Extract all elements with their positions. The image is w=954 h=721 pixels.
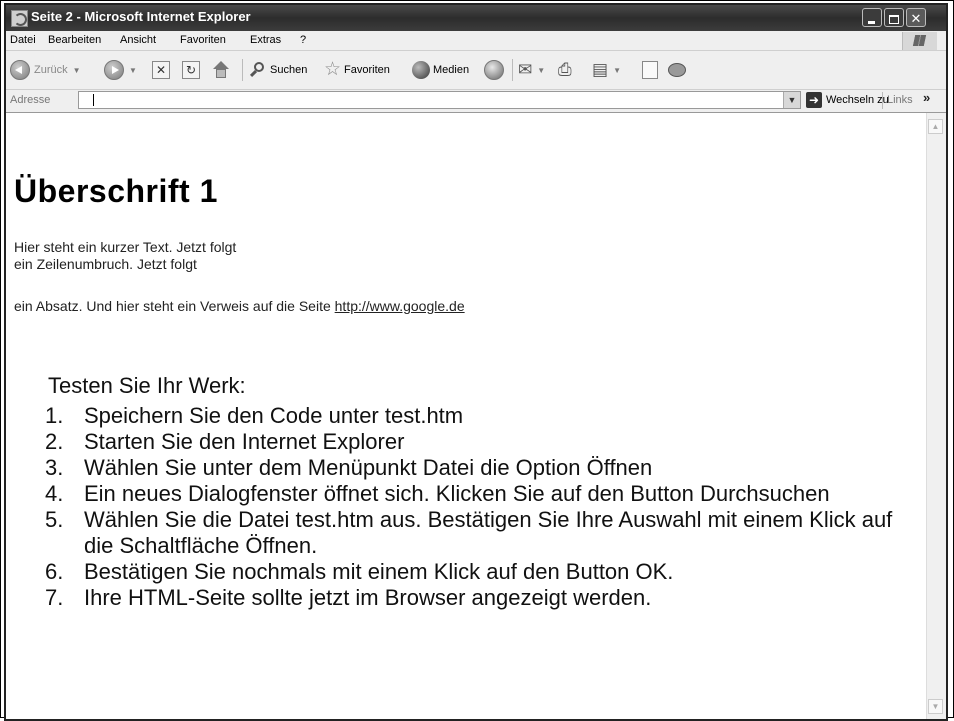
step-text: Wählen Sie unter dem Menüpunkt Datei die… xyxy=(84,455,653,480)
close-button[interactable] xyxy=(906,8,926,27)
toolbar-separator xyxy=(242,59,243,81)
menu-bar: Datei Bearbeiten Ansicht Favoriten Extra… xyxy=(6,31,946,51)
dropdown-arrow-icon[interactable]: ▼ xyxy=(537,66,545,75)
address-bar: Adresse ▼ ➜ Wechseln zu Links » xyxy=(6,90,946,113)
list-item: 5. Wählen Sie die Datei test.htm aus. Bes… xyxy=(36,507,896,559)
stop-icon: ✕ xyxy=(152,61,170,79)
go-label: Wechseln zu xyxy=(826,94,889,106)
back-label: Zurück xyxy=(34,64,68,76)
mail-button[interactable]: ✉ ▼ xyxy=(518,59,545,81)
instructions-heading: Testen Sie Ihr Werk: xyxy=(48,373,246,398)
list-item: 1. Speichern Sie den Code unter test.htm xyxy=(36,403,896,429)
step-number: 2. xyxy=(45,429,64,454)
vertical-scrollbar[interactable]: ▲ ▼ xyxy=(926,113,945,719)
back-button[interactable]: Zurück ▼ xyxy=(10,59,81,81)
window-title: Seite 2 - Microsoft Internet Explorer xyxy=(31,9,251,24)
address-input[interactable]: ▼ xyxy=(78,91,801,109)
text-caret xyxy=(93,94,94,106)
step-text: Wählen Sie die Datei test.htm aus. Bestä… xyxy=(84,507,893,558)
star-icon: ☆ xyxy=(324,59,342,80)
list-item: 3. Wählen Sie unter dem Menüpunkt Datei d… xyxy=(36,455,896,481)
text-line-1: Hier steht ein kurzer Text. Jetzt folgt xyxy=(14,239,237,255)
ie-page-icon xyxy=(11,10,28,27)
google-link[interactable]: http://www.google.de xyxy=(335,298,465,314)
list-item: 2. Starten Sie den Internet Explorer xyxy=(36,429,896,455)
links-label[interactable]: Links xyxy=(887,94,913,106)
step-text: Bestätigen Sie nochmals mit einem Klick … xyxy=(84,559,674,584)
media-label: Medien xyxy=(433,64,470,76)
restore-button[interactable] xyxy=(884,8,904,27)
dropdown-arrow-icon[interactable]: ▼ xyxy=(73,66,81,75)
media-icon xyxy=(412,61,430,79)
instructions-list: 1. Speichern Sie den Code unter test.htm … xyxy=(36,403,896,611)
forward-arrow-icon xyxy=(104,60,124,80)
standard-toolbar: Zurück ▼ ▼ ✕ ↻ Suchen ☆ Favoriten Medien xyxy=(6,51,946,90)
step-text: Speichern Sie den Code unter test.htm xyxy=(84,403,464,428)
paragraph-text: ein Absatz. Und hier steht ein Verweis a… xyxy=(14,298,335,314)
step-number: 5. xyxy=(45,507,64,532)
step-number: 4. xyxy=(45,481,64,506)
blank-page-icon xyxy=(642,61,658,79)
dropdown-arrow-icon[interactable]: ▼ xyxy=(613,66,621,75)
step-text: Ihre HTML-Seite sollte jetzt im Browser … xyxy=(84,585,652,610)
favorites-label: Favoriten xyxy=(344,64,390,76)
scroll-up-icon[interactable]: ▲ xyxy=(928,119,943,134)
browser-window: Seite 2 - Microsoft Internet Explorer Da… xyxy=(4,3,948,721)
discuss-button[interactable] xyxy=(642,59,658,81)
messenger-button[interactable] xyxy=(668,59,686,81)
stop-button[interactable]: ✕ xyxy=(152,59,170,81)
history-icon xyxy=(484,60,504,80)
list-item: 6. Bestätigen Sie nochmals mit einem Klic… xyxy=(36,559,896,585)
forward-button[interactable]: ▼ xyxy=(104,59,137,81)
address-label: Adresse xyxy=(10,94,51,106)
step-text: Ein neues Dialogfenster öffnet sich. Kli… xyxy=(84,481,830,506)
step-number: 6. xyxy=(45,559,64,584)
menu-bearbeiten[interactable]: Bearbeiten xyxy=(48,34,101,46)
go-arrow-icon: ➜ xyxy=(806,92,822,108)
search-button[interactable]: Suchen xyxy=(249,59,307,81)
edit-button[interactable]: ▤ ▼ xyxy=(592,59,621,81)
go-button[interactable]: ➜ Wechseln zu xyxy=(806,92,889,108)
scroll-down-icon[interactable]: ▼ xyxy=(928,699,943,714)
toolbar-separator xyxy=(512,59,513,81)
menu-extras[interactable]: Extras xyxy=(250,34,281,46)
print-button[interactable]: ⎙ xyxy=(558,59,572,81)
list-item: 4. Ein neues Dialogfenster öffnet sich. K… xyxy=(36,481,896,507)
media-button[interactable]: Medien xyxy=(412,59,469,81)
printer-icon: ⎙ xyxy=(558,60,572,79)
menu-ansicht[interactable]: Ansicht xyxy=(120,34,156,46)
minimize-button[interactable] xyxy=(862,8,882,27)
step-number: 1. xyxy=(45,403,64,428)
speech-bubble-icon xyxy=(668,63,686,77)
page-content: Überschrift 1 Hier steht ein kurzer Text… xyxy=(6,113,926,719)
home-icon xyxy=(212,61,230,79)
back-arrow-icon xyxy=(10,60,30,80)
refresh-icon: ↻ xyxy=(182,61,200,79)
edit-icon: ▤ xyxy=(592,60,609,79)
mail-icon: ✉ xyxy=(518,60,533,79)
home-button[interactable] xyxy=(212,59,230,81)
step-text: Starten Sie den Internet Explorer xyxy=(84,429,405,454)
search-label: Suchen xyxy=(270,64,308,76)
step-number: 3. xyxy=(45,455,64,480)
dropdown-arrow-icon[interactable]: ▼ xyxy=(129,66,137,75)
windows-logo-icon xyxy=(902,32,937,50)
search-icon xyxy=(249,61,267,79)
history-button[interactable] xyxy=(484,59,504,81)
title-bar[interactable]: Seite 2 - Microsoft Internet Explorer xyxy=(6,5,946,31)
menu-datei[interactable]: Datei xyxy=(10,34,36,46)
links-chevron-icon[interactable]: » xyxy=(923,90,930,105)
favorites-button[interactable]: ☆ Favoriten xyxy=(324,59,390,81)
text-line-2: ein Zeilenumbruch. Jetzt folgt xyxy=(14,256,197,272)
page-heading: Überschrift 1 xyxy=(14,173,218,209)
menu-favoriten[interactable]: Favoriten xyxy=(180,34,226,46)
step-number: 7. xyxy=(45,585,64,610)
address-dropdown-icon[interactable]: ▼ xyxy=(783,92,800,108)
links-separator xyxy=(882,92,883,109)
paragraph: ein Absatz. Und hier steht ein Verweis a… xyxy=(14,298,465,314)
list-item: 7. Ihre HTML-Seite sollte jetzt im Browse… xyxy=(36,585,896,611)
refresh-button[interactable]: ↻ xyxy=(182,59,200,81)
menu-help[interactable]: ? xyxy=(300,34,306,46)
